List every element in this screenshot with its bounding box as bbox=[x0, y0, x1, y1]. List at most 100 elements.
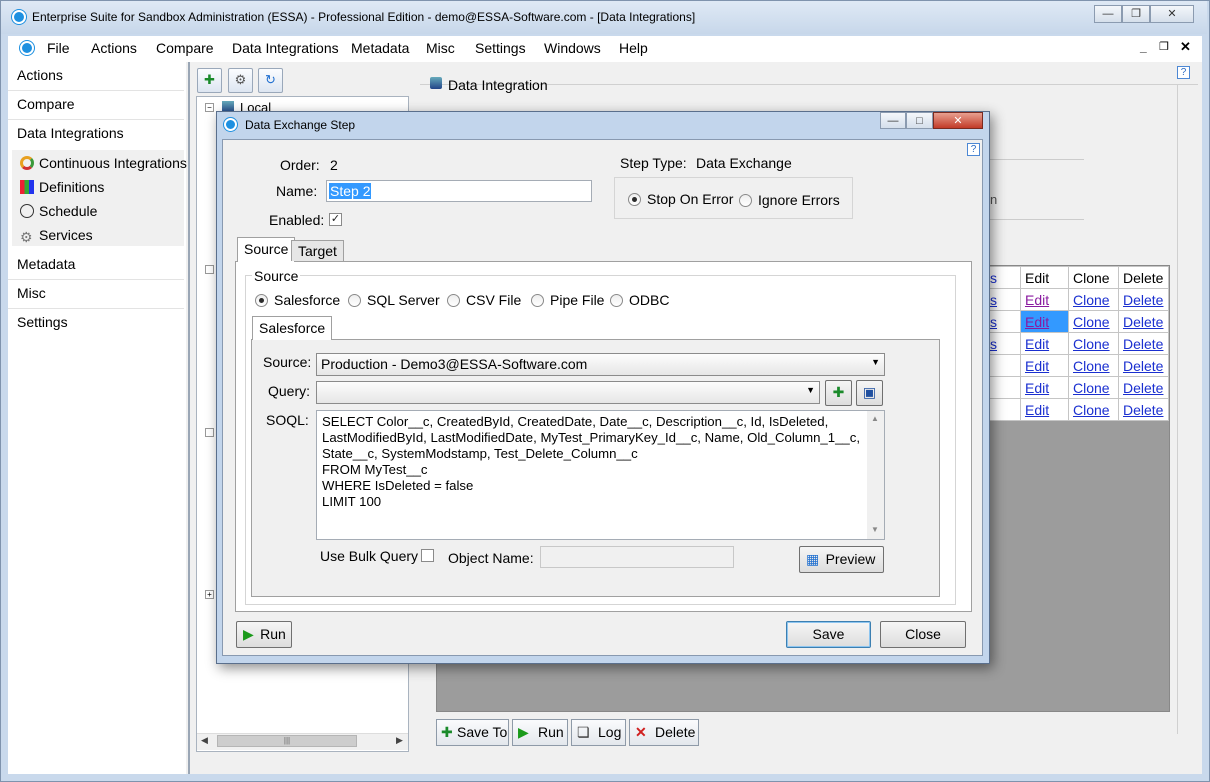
tree-collapse-icon[interactable]: − bbox=[205, 103, 214, 112]
stop-on-error-radio[interactable]: Stop On Error bbox=[628, 191, 733, 207]
grid-header-clone[interactable]: Clone bbox=[1068, 266, 1119, 289]
mdi-close-icon[interactable]: ✕ bbox=[1180, 39, 1191, 55]
scroll-down-icon[interactable]: ▼ bbox=[871, 525, 879, 534]
refresh-button[interactable]: ↻ bbox=[258, 68, 283, 93]
nav-item-continuous-integrations[interactable]: Continuous Integrations bbox=[20, 155, 187, 171]
delete-link[interactable]: Delete bbox=[1118, 288, 1169, 311]
delete-link[interactable]: Delete bbox=[1118, 332, 1169, 355]
menu-compare[interactable]: Compare bbox=[156, 40, 214, 56]
grid-cell[interactable]: s bbox=[985, 310, 1021, 333]
clone-link[interactable]: Clone bbox=[1068, 354, 1119, 377]
grid-cell[interactable]: s bbox=[985, 332, 1021, 355]
delete-link[interactable]: Delete bbox=[1118, 354, 1169, 377]
log-button[interactable]: ❏ Log bbox=[571, 719, 626, 746]
source-csv-file-radio[interactable]: CSV File bbox=[447, 292, 521, 308]
table-row[interactable]: s Edit Clone Delete bbox=[985, 288, 1169, 311]
scroll-right-icon[interactable]: ▶ bbox=[396, 735, 403, 746]
close-window-button[interactable]: ✕ bbox=[1150, 5, 1194, 23]
tree-expander-icon[interactable] bbox=[205, 265, 214, 274]
nav-data-integrations[interactable]: Data Integrations bbox=[17, 125, 124, 141]
nav-misc[interactable]: Misc bbox=[17, 285, 46, 301]
enabled-checkbox[interactable]: ✓ bbox=[329, 213, 342, 226]
clone-link[interactable]: Clone bbox=[1068, 288, 1119, 311]
clone-link[interactable]: Clone bbox=[1068, 310, 1119, 333]
new-item-button[interactable]: ✚ bbox=[197, 68, 222, 93]
dialog-close-action-button[interactable]: Close bbox=[880, 621, 966, 648]
delete-button[interactable]: ✕ Delete bbox=[629, 719, 699, 746]
panel-splitter[interactable] bbox=[188, 62, 190, 774]
nav-item-services[interactable]: ⚙ Services bbox=[20, 227, 93, 244]
menu-misc[interactable]: Misc bbox=[426, 40, 455, 56]
source-pipe-file-radio[interactable]: Pipe File bbox=[531, 292, 604, 308]
mdi-app-icon[interactable] bbox=[20, 41, 34, 55]
grid-cell[interactable] bbox=[985, 354, 1021, 377]
nav-settings[interactable]: Settings bbox=[17, 314, 68, 330]
grid-header-edit[interactable]: Edit bbox=[1020, 266, 1069, 289]
restore-window-button[interactable]: ❐ bbox=[1122, 5, 1150, 23]
grid-cell[interactable]: s bbox=[985, 288, 1021, 311]
run-button[interactable]: ▶ Run bbox=[512, 719, 568, 746]
minimize-window-button[interactable]: — bbox=[1094, 5, 1122, 23]
save-to-button[interactable]: ✚ Save To bbox=[436, 719, 509, 746]
edit-link[interactable]: Edit bbox=[1020, 354, 1069, 377]
add-query-button[interactable]: ✚ bbox=[825, 380, 852, 406]
delete-link[interactable]: Delete bbox=[1118, 310, 1169, 333]
scroll-up-icon[interactable]: ▲ bbox=[871, 414, 879, 423]
menu-settings[interactable]: Settings bbox=[475, 40, 526, 56]
use-bulk-query-checkbox[interactable] bbox=[421, 549, 434, 562]
edit-link[interactable]: Edit bbox=[1020, 288, 1069, 311]
clone-link[interactable]: Clone bbox=[1068, 376, 1119, 399]
ignore-errors-radio[interactable]: Ignore Errors bbox=[739, 192, 840, 208]
menu-windows[interactable]: Windows bbox=[544, 40, 601, 56]
table-row[interactable]: s Edit Clone Delete bbox=[985, 310, 1169, 333]
dialog-run-button[interactable]: ▶ Run bbox=[236, 621, 292, 648]
source-sql-server-radio[interactable]: SQL Server bbox=[348, 292, 440, 308]
grid-cell[interactable] bbox=[985, 398, 1021, 421]
edit-link[interactable]: Edit bbox=[1020, 398, 1069, 421]
grid-header-delete[interactable]: Delete bbox=[1118, 266, 1169, 289]
nav-metadata[interactable]: Metadata bbox=[17, 256, 75, 272]
table-row[interactable]: Edit Clone Delete bbox=[985, 354, 1169, 377]
help-icon[interactable]: ? bbox=[1177, 66, 1190, 79]
table-row[interactable]: s Edit Clone Delete bbox=[985, 332, 1169, 355]
delete-link[interactable]: Delete bbox=[1118, 398, 1169, 421]
edit-link[interactable]: Edit bbox=[1020, 376, 1069, 399]
dialog-save-button[interactable]: Save bbox=[786, 621, 871, 648]
menu-data-integrations[interactable]: Data Integrations bbox=[232, 40, 339, 56]
table-row[interactable]: Edit Clone Delete bbox=[985, 398, 1169, 421]
nav-actions[interactable]: Actions bbox=[17, 67, 63, 83]
mdi-restore-icon[interactable]: ❐ bbox=[1159, 40, 1169, 53]
query-select[interactable]: ▼ bbox=[316, 381, 820, 404]
source-odbc-radio[interactable]: ODBC bbox=[610, 292, 669, 308]
dialog-help-icon[interactable]: ? bbox=[967, 143, 980, 156]
scroll-left-icon[interactable]: ◀ bbox=[201, 735, 208, 746]
grid-cell[interactable] bbox=[985, 376, 1021, 399]
nav-compare[interactable]: Compare bbox=[17, 96, 75, 112]
menu-help[interactable]: Help bbox=[619, 40, 648, 56]
tab-source[interactable]: Source bbox=[237, 237, 296, 262]
scrollbar-thumb[interactable]: ||| bbox=[217, 735, 357, 747]
table-row[interactable]: Edit Clone Delete bbox=[985, 376, 1169, 399]
nav-item-schedule[interactable]: Schedule bbox=[20, 203, 97, 219]
tab-target[interactable]: Target bbox=[291, 240, 344, 261]
source-connection-select[interactable]: Production - Demo3@ESSA-Software.com ▼ bbox=[316, 353, 885, 376]
menu-actions[interactable]: Actions bbox=[91, 40, 137, 56]
save-query-button[interactable]: ▣ bbox=[856, 380, 883, 406]
soql-textarea[interactable]: SELECT Color__c, CreatedById, CreatedDat… bbox=[316, 410, 885, 540]
name-input[interactable]: Step 2 bbox=[326, 180, 592, 202]
dialog-maximize-button[interactable]: □ bbox=[906, 112, 933, 129]
preview-button[interactable]: ▦ Preview bbox=[799, 546, 884, 573]
delete-link[interactable]: Delete bbox=[1118, 376, 1169, 399]
tree-expand-icon[interactable]: + bbox=[205, 590, 214, 599]
object-name-input[interactable] bbox=[540, 546, 734, 568]
nav-item-definitions[interactable]: Definitions bbox=[20, 179, 104, 195]
menu-file[interactable]: File bbox=[47, 40, 70, 56]
clone-link[interactable]: Clone bbox=[1068, 332, 1119, 355]
edit-link[interactable]: Edit bbox=[1020, 332, 1069, 355]
dialog-minimize-button[interactable]: — bbox=[880, 112, 906, 129]
soql-vertical-scrollbar[interactable] bbox=[867, 411, 884, 539]
mdi-minimize-icon[interactable]: _ bbox=[1140, 40, 1147, 54]
edit-link-selected[interactable]: Edit bbox=[1020, 310, 1069, 333]
dialog-close-button[interactable]: ✕ bbox=[933, 112, 983, 129]
add-folder-button[interactable]: ⚙ bbox=[228, 68, 253, 93]
